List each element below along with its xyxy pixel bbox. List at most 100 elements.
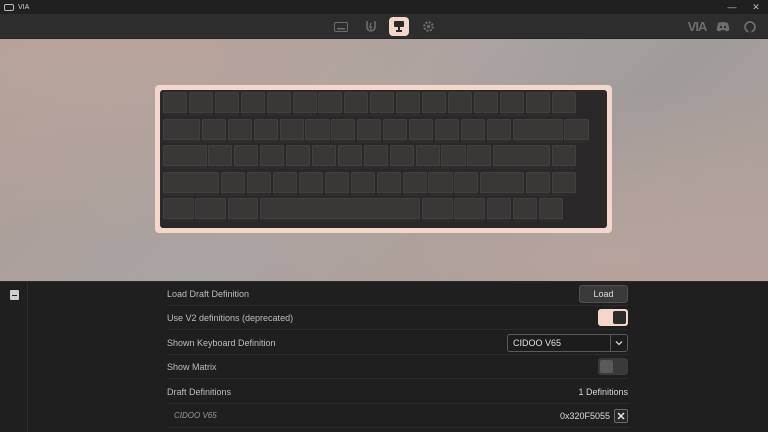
keycap[interactable] bbox=[551, 92, 576, 116]
keycap[interactable] bbox=[467, 145, 492, 169]
keycap[interactable] bbox=[486, 118, 511, 143]
keycap[interactable] bbox=[564, 118, 589, 143]
shown-definition-label: Shown Keyboard Definition bbox=[167, 337, 276, 348]
keycap[interactable] bbox=[441, 145, 466, 169]
keycap[interactable] bbox=[279, 118, 304, 143]
keycap[interactable] bbox=[447, 92, 472, 116]
keycap[interactable] bbox=[273, 171, 298, 196]
keycap[interactable] bbox=[266, 92, 291, 116]
keycap[interactable] bbox=[493, 145, 550, 169]
github-link[interactable] bbox=[740, 16, 760, 37]
show-matrix-toggle[interactable] bbox=[598, 358, 628, 375]
shown-definition-value: CIDOO V65 bbox=[513, 337, 562, 348]
load-button[interactable]: Load bbox=[579, 284, 628, 303]
keycap[interactable] bbox=[227, 198, 259, 222]
draft-definition-name: CIDOO V65 bbox=[174, 411, 217, 420]
v2-definitions-toggle[interactable] bbox=[598, 309, 628, 326]
configure-tab[interactable] bbox=[331, 17, 351, 36]
keycap[interactable] bbox=[525, 92, 550, 116]
keycap[interactable] bbox=[298, 171, 324, 196]
keycap[interactable] bbox=[163, 92, 188, 116]
keycap[interactable] bbox=[480, 171, 524, 196]
settings-tab[interactable] bbox=[418, 17, 438, 36]
keycap[interactable] bbox=[163, 171, 220, 196]
keycap[interactable] bbox=[163, 145, 207, 169]
draft-definition-item: CIDOO V65 0x320F5055 bbox=[167, 404, 628, 428]
keycap[interactable] bbox=[331, 118, 356, 143]
design-tab[interactable] bbox=[389, 17, 409, 36]
top-nav: VIA bbox=[0, 14, 768, 39]
keycap[interactable] bbox=[422, 198, 453, 222]
shown-definition-row: Shown Keyboard Definition CIDOO V65 bbox=[167, 331, 628, 355]
keycap[interactable] bbox=[357, 118, 382, 143]
keycap[interactable] bbox=[551, 145, 576, 169]
keycap[interactable] bbox=[538, 198, 563, 222]
keycap[interactable] bbox=[201, 118, 226, 143]
keycap[interactable] bbox=[383, 118, 408, 143]
show-matrix-row: Show Matrix bbox=[167, 355, 628, 379]
show-matrix-label: Show Matrix bbox=[167, 361, 217, 372]
keycap[interactable] bbox=[227, 118, 252, 143]
keycap[interactable] bbox=[454, 198, 485, 222]
keycap[interactable] bbox=[499, 92, 524, 116]
keycap[interactable] bbox=[409, 118, 434, 143]
keycap[interactable] bbox=[363, 145, 388, 169]
keycap[interactable] bbox=[428, 171, 453, 196]
load-draft-row: Load Draft Definition Load bbox=[167, 282, 628, 306]
chevron-down-icon bbox=[610, 334, 627, 351]
keycap[interactable] bbox=[512, 118, 563, 143]
keycap[interactable] bbox=[195, 198, 226, 222]
keycap[interactable] bbox=[350, 171, 375, 196]
keycap[interactable] bbox=[473, 92, 498, 116]
keycap[interactable] bbox=[324, 171, 349, 196]
keycap[interactable] bbox=[396, 92, 421, 116]
keycap[interactable] bbox=[318, 92, 343, 116]
keycap[interactable] bbox=[337, 145, 362, 169]
remove-draft-button[interactable] bbox=[614, 408, 628, 423]
keycap[interactable] bbox=[247, 171, 272, 196]
keycap[interactable] bbox=[292, 92, 317, 116]
keycap[interactable] bbox=[208, 145, 233, 169]
keycap[interactable] bbox=[286, 145, 311, 169]
keycap[interactable] bbox=[486, 198, 511, 222]
keycap[interactable] bbox=[434, 118, 460, 143]
keycap[interactable] bbox=[376, 171, 401, 196]
keycap[interactable] bbox=[512, 198, 537, 222]
keycap[interactable] bbox=[402, 171, 427, 196]
keycap[interactable] bbox=[260, 145, 285, 169]
keycap[interactable] bbox=[163, 118, 201, 143]
keycap[interactable] bbox=[454, 171, 479, 196]
via-logo: VIA bbox=[687, 19, 708, 34]
key-tester-tab[interactable] bbox=[361, 17, 381, 36]
discord-link[interactable] bbox=[713, 16, 733, 37]
keycap[interactable] bbox=[305, 118, 330, 143]
keycap[interactable] bbox=[389, 145, 414, 169]
draft-definitions-label: Draft Definitions bbox=[167, 386, 232, 397]
keycap[interactable] bbox=[214, 92, 239, 116]
keycap[interactable] bbox=[260, 198, 421, 222]
document-icon[interactable] bbox=[10, 290, 19, 300]
keycap[interactable] bbox=[240, 92, 265, 116]
github-icon bbox=[744, 20, 756, 33]
keyboard-case bbox=[155, 85, 612, 233]
keycap[interactable] bbox=[311, 145, 337, 169]
keycap[interactable] bbox=[253, 118, 278, 143]
keycap[interactable] bbox=[344, 92, 369, 116]
shown-definition-select[interactable]: CIDOO V65 bbox=[507, 333, 628, 352]
keycap[interactable] bbox=[370, 92, 395, 116]
load-draft-label: Load Draft Definition bbox=[167, 288, 250, 299]
keycap[interactable] bbox=[188, 92, 213, 116]
keycap[interactable] bbox=[234, 145, 259, 169]
keycap[interactable] bbox=[551, 171, 576, 196]
keycap[interactable] bbox=[525, 171, 550, 196]
keycap[interactable] bbox=[422, 92, 447, 116]
keycap[interactable] bbox=[221, 171, 246, 196]
close-button[interactable]: ✕ bbox=[744, 0, 768, 14]
draft-definition-controls: 0x320F5055 bbox=[559, 408, 628, 423]
keycap[interactable] bbox=[415, 145, 440, 169]
draft-definition-id: 0x320F5055 bbox=[559, 410, 610, 421]
maximize-button[interactable] bbox=[722, 0, 746, 14]
toggle-knob bbox=[600, 360, 613, 373]
keycap[interactable] bbox=[460, 118, 485, 143]
keycap[interactable] bbox=[163, 198, 194, 222]
